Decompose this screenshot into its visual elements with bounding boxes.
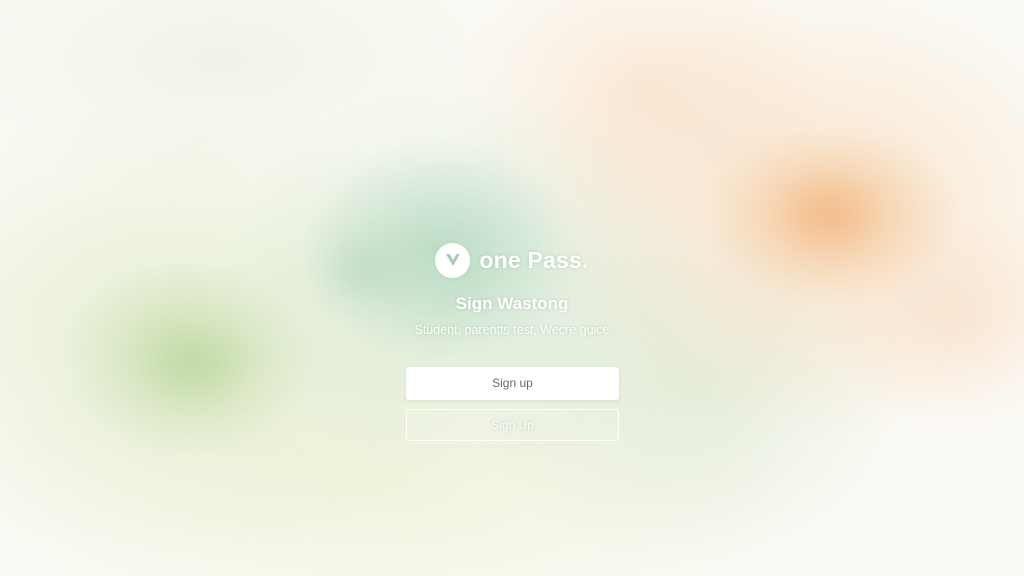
page-subtitle: Student, parentts test, Wecre guice xyxy=(414,323,610,337)
check-shield-icon xyxy=(435,242,471,278)
page-title: Sign Wastong xyxy=(455,294,569,313)
sign-up-button[interactable]: Sign up xyxy=(406,367,619,400)
brand-name: one Pass. xyxy=(479,246,589,273)
brand: one Pass. xyxy=(312,236,712,284)
sign-up-outline-button[interactable]: Sign Up xyxy=(406,409,619,441)
sign-in-panel: one Pass. Sign Wastong Student, parentts… xyxy=(312,236,712,441)
green-wash xyxy=(150,340,240,390)
orange-wash xyxy=(790,185,870,245)
